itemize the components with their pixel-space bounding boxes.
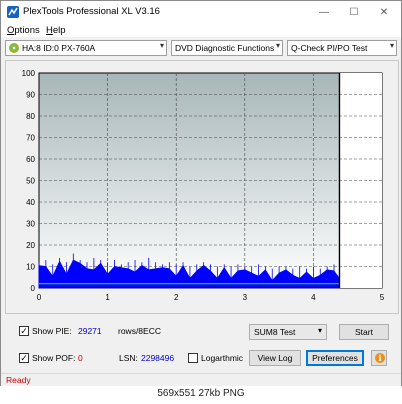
y-tick-label: 40 <box>26 198 35 207</box>
pie-unit: rows/8ECC <box>118 326 161 336</box>
y-tick-label: 80 <box>26 112 35 121</box>
view-log-button[interactable]: View Log <box>249 350 301 366</box>
show-pof-label: Show POF: <box>32 353 76 363</box>
pie-value: 29271 <box>78 326 102 336</box>
maximize-button[interactable]: ☐ <box>339 1 369 23</box>
info-button[interactable]: i <box>371 350 387 366</box>
x-tick-label: 0 <box>37 293 42 302</box>
y-tick-label: 20 <box>26 241 35 250</box>
y-tick-label: 30 <box>26 220 35 229</box>
x-tick-label: 1 <box>105 293 110 302</box>
menu-help[interactable]: Help <box>46 25 66 36</box>
chevron-down-icon: ▾ <box>159 41 164 50</box>
y-tick-label: 50 <box>26 177 35 186</box>
x-tick-label: 4 <box>311 293 316 302</box>
y-tick-label: 70 <box>26 134 35 143</box>
disc-drive-icon <box>9 43 19 53</box>
chevron-down-icon: ▾ <box>317 326 322 335</box>
sum-test-select[interactable]: SUM8 Test ▾ <box>249 324 327 340</box>
x-tick-label: 2 <box>174 293 179 302</box>
app-icon <box>7 6 19 18</box>
logarithmic-label: Logarthmic <box>201 353 244 363</box>
chevron-down-icon: ▾ <box>389 41 394 50</box>
y-tick-label: 100 <box>22 69 36 78</box>
menu-help-accel: H <box>46 25 53 36</box>
preferences-button[interactable]: Preferences <box>306 350 364 366</box>
show-pie-label: Show PIE: <box>32 326 72 336</box>
chevron-down-icon: ▾ <box>275 41 280 50</box>
close-button[interactable]: ✕ <box>369 1 399 23</box>
show-pof-checkbox[interactable]: ✓ <box>19 353 29 363</box>
function-select[interactable]: DVD Diagnostic Functions ▾ <box>171 40 283 56</box>
status-text: Ready <box>6 375 31 385</box>
y-tick-label: 0 <box>31 284 36 293</box>
x-tick-label: 5 <box>380 293 385 302</box>
menu-options[interactable]: Options <box>7 25 40 36</box>
title-bar: PlexTools Professional XL V3.16 — ☐ ✕ <box>1 1 401 23</box>
y-tick-label: 60 <box>26 155 35 164</box>
menu-bar: Options Help <box>1 23 401 37</box>
minimize-button[interactable]: — <box>309 1 339 23</box>
drive-select[interactable]: HA:8 ID:0 PX-760A ▾ <box>5 40 167 56</box>
x-tick-label: 3 <box>243 293 248 302</box>
test-select[interactable]: Q-Check PI/PO Test ▾ <box>287 40 397 56</box>
toolbar: HA:8 ID:0 PX-760A ▾ DVD Diagnostic Funct… <box>1 38 401 58</box>
show-pie-checkbox[interactable]: ✓ <box>19 326 29 336</box>
menu-help-rest: elp <box>52 25 66 36</box>
sum-test-select-value: SUM8 Test <box>254 327 296 337</box>
y-tick-label: 10 <box>26 263 35 272</box>
image-caption: 569x551 27kb PNG <box>0 386 402 404</box>
drive-select-value: HA:8 ID:0 PX-760A <box>22 43 96 53</box>
function-select-value: DVD Diagnostic Functions <box>175 43 275 53</box>
logarithmic-checkbox[interactable] <box>188 353 198 363</box>
y-tick-label: 90 <box>26 91 35 100</box>
test-select-value: Q-Check PI/PO Test <box>291 43 368 53</box>
chart-panel: 0 10 20 30 40 50 60 70 80 90 100 0 1 2 3 4 5 <box>5 60 399 314</box>
info-icon: i <box>375 353 385 363</box>
pi-po-chart: 0 10 20 30 40 50 60 70 80 90 100 0 1 2 3 4 5 <box>22 69 385 302</box>
lsn-value: 2298496 <box>141 353 175 363</box>
pof-value: 0 <box>78 353 83 363</box>
menu-options-rest: ptions <box>14 25 40 36</box>
app-window: PlexTools Professional XL V3.16 — ☐ ✕ Op… <box>0 0 402 386</box>
status-bar: Ready <box>1 373 401 386</box>
lsn-label: LSN: <box>119 353 138 363</box>
window-title: PlexTools Professional XL V3.16 <box>23 6 160 17</box>
options-panel: ✓ Show PIE: 29271 rows/8ECC ✓ Show POF: … <box>1 317 401 369</box>
start-button[interactable]: Start <box>339 324 389 340</box>
